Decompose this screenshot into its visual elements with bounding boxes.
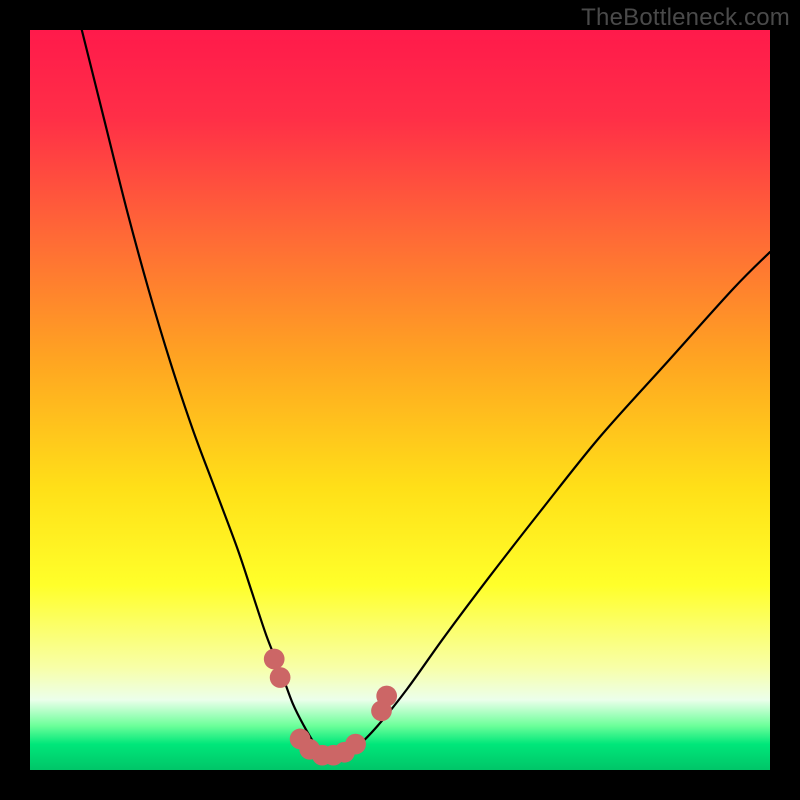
curve-marker [345, 734, 366, 755]
chart-curve-layer [30, 30, 770, 770]
watermark-text: TheBottleneck.com [581, 4, 790, 32]
curve-marker [264, 649, 285, 670]
curve-marker [270, 667, 291, 688]
curve-marker [376, 686, 397, 707]
bottleneck-curve [82, 30, 770, 756]
chart-frame: TheBottleneck.com [0, 0, 800, 800]
